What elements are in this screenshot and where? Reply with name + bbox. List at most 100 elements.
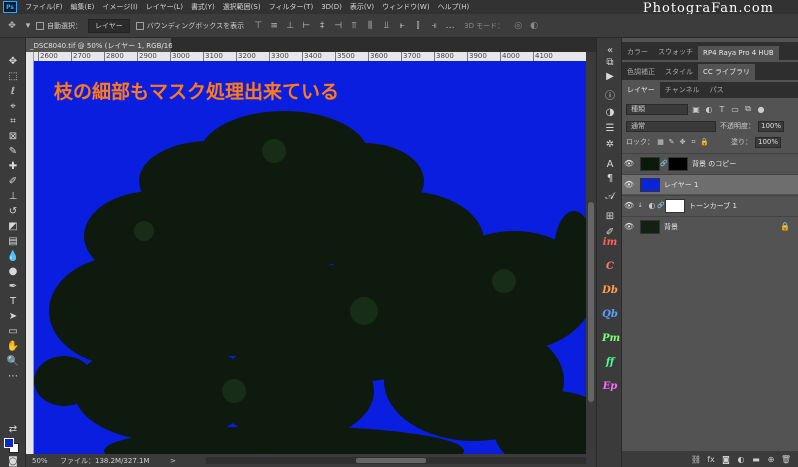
history-icon[interactable]: ⧉ <box>602 56 618 70</box>
paragraph-icon[interactable]: ¶ <box>602 172 618 186</box>
distribute-bottom-icon[interactable]: ⫫ <box>381 21 391 31</box>
lock-position-icon[interactable]: ✥ <box>678 138 687 146</box>
move-tool-icon[interactable]: ✥ <box>5 56 21 68</box>
more-options-icon[interactable]: … <box>445 21 455 31</box>
tab-cc-libraries[interactable]: CC ライブラリ <box>698 64 756 80</box>
3d-roll-icon[interactable]: ◐ <box>529 21 539 31</box>
lasso-tool-icon[interactable]: ℓ <box>5 86 21 98</box>
actions-play-icon[interactable]: ▶ <box>602 70 618 84</box>
document-tab[interactable]: _DSC8040.tif @ 50% (レイヤー 1, RGB/16) * <box>26 38 181 52</box>
lock-image-icon[interactable]: ✎ <box>667 138 676 146</box>
horizontal-scrollbar[interactable] <box>206 457 586 464</box>
frame-tool-icon[interactable]: ⊠ <box>5 131 21 143</box>
hand-tool-icon[interactable]: ✋ <box>5 341 21 353</box>
auto-select-dropdown[interactable]: レイヤー <box>88 18 130 33</box>
lock-artboard-icon[interactable]: ⌗ <box>689 138 698 147</box>
trash-icon[interactable]: 🗑 <box>780 455 792 464</box>
menu-select[interactable]: 選択範囲(S) <box>219 2 265 12</box>
auto-select-checkbox[interactable] <box>36 21 44 30</box>
info-icon[interactable]: ⓘ <box>602 90 618 104</box>
menu-help[interactable]: ヘルプ(H) <box>434 2 474 12</box>
add-mask-icon[interactable]: ◙ <box>720 455 732 464</box>
tab-adjustments[interactable]: 色調補正 <box>622 64 660 80</box>
pen-tool-icon[interactable]: ✒ <box>5 281 21 293</box>
adjustment-layer-icon[interactable]: ◐ <box>735 455 747 464</box>
horizontal-scroll-thumb[interactable] <box>356 458 426 463</box>
align-right-icon[interactable]: ⊣ <box>333 21 343 31</box>
crop-tool-icon[interactable]: ⌗ <box>5 116 21 128</box>
lock-transparent-icon[interactable]: ▦ <box>656 138 665 146</box>
swap-colors-icon[interactable]: ⇄ <box>5 424 21 436</box>
plugin-ff-icon[interactable]: ff <box>602 356 618 370</box>
eye-icon[interactable]: 👁 <box>622 159 636 168</box>
align-bottom-icon[interactable]: ⊥ <box>285 21 295 31</box>
eraser-tool-icon[interactable]: ◩ <box>5 221 21 233</box>
eye-icon[interactable]: 👁 <box>622 222 636 231</box>
align-top-icon[interactable]: ⊤ <box>253 21 263 31</box>
brush-tool-icon[interactable]: ✐ <box>5 176 21 188</box>
blur-tool-icon[interactable]: 💧 <box>5 251 21 263</box>
distribute-top-icon[interactable]: ⫪ <box>349 21 359 31</box>
move-tool-icon[interactable]: ✥ <box>7 21 17 31</box>
filter-adjustment-icon[interactable]: ◐ <box>704 105 714 114</box>
tab-channels[interactable]: チャンネル <box>660 82 705 98</box>
zoom-tool-icon[interactable]: 🔍 <box>5 356 21 368</box>
layer-kind-filter[interactable]: 種類 <box>626 103 688 115</box>
quick-select-tool-icon[interactable]: ⌖ <box>5 101 21 113</box>
distribute-middle-icon[interactable]: ⫼ <box>365 21 375 31</box>
filter-smart-object-icon[interactable]: ⧉ <box>743 104 753 114</box>
layer-row-background[interactable]: 👁 背景 🔒 <box>622 216 798 236</box>
eyedropper-tool-icon[interactable]: ✎ <box>5 146 21 158</box>
menu-3d[interactable]: 3D(D) <box>317 3 346 11</box>
plugin-ep-icon[interactable]: Ep <box>602 380 618 394</box>
tab-layers[interactable]: レイヤー <box>622 82 660 98</box>
menu-image[interactable]: イメージ(I) <box>98 2 141 12</box>
fx-icon[interactable]: fx <box>705 455 717 464</box>
bounding-box-checkbox[interactable] <box>135 21 144 30</box>
eye-icon[interactable]: 👁 <box>622 201 636 210</box>
menu-edit[interactable]: 編集(E) <box>67 2 99 12</box>
menu-layer[interactable]: レイヤー(L) <box>142 2 187 12</box>
menu-window[interactable]: ウィンドウ(W) <box>378 2 433 12</box>
foreground-color-swatch[interactable] <box>4 438 14 448</box>
filter-shape-icon[interactable]: ▭ <box>730 105 740 114</box>
new-layer-icon[interactable]: ⊕ <box>765 455 777 464</box>
new-group-icon[interactable]: ▬ <box>750 455 762 464</box>
plugin-c-icon[interactable]: C <box>602 260 618 274</box>
align-middle-icon[interactable]: ≡ <box>269 21 279 31</box>
type-tool-icon[interactable]: T <box>5 296 21 308</box>
filter-type-icon[interactable]: T <box>717 105 727 114</box>
path-select-tool-icon[interactable]: ➤ <box>5 311 21 323</box>
rectangle-tool-icon[interactable]: ▭ <box>5 326 21 338</box>
quick-mask-icon[interactable]: ◙ <box>5 457 21 467</box>
link-layers-icon[interactable]: ⛓ <box>690 455 702 464</box>
fill-input[interactable]: 100% <box>755 136 781 148</box>
vertical-scrollbar[interactable] <box>586 52 596 454</box>
opacity-input[interactable]: 100% <box>758 120 784 132</box>
distribute-left-icon[interactable]: ⫦ <box>397 21 407 31</box>
mask-thumbnail[interactable] <box>668 156 688 171</box>
photoshop-logo[interactable]: Ps <box>3 1 17 13</box>
status-menu-arrow[interactable]: > <box>170 457 176 465</box>
dodge-tool-icon[interactable]: ● <box>5 266 21 278</box>
tab-styles[interactable]: スタイル <box>660 64 698 80</box>
menu-file[interactable]: ファイル(F) <box>21 2 67 12</box>
more-tools-icon[interactable]: ⋯ <box>5 371 21 383</box>
menu-view[interactable]: 表示(V) <box>346 2 378 12</box>
gradient-tool-icon[interactable]: ▤ <box>5 236 21 248</box>
distribute-right-icon[interactable]: ⫣ <box>429 21 439 31</box>
filter-pixel-icon[interactable]: ▣ <box>691 105 701 114</box>
healing-brush-tool-icon[interactable]: ✚ <box>5 161 21 173</box>
tab-color[interactable]: カラー <box>622 44 653 60</box>
plugin-im-icon[interactable]: im <box>602 236 618 250</box>
history-brush-tool-icon[interactable]: ↺ <box>5 206 21 218</box>
lock-all-icon[interactable]: 🔒 <box>700 138 709 146</box>
tab-raya-pro[interactable]: RP4 Raya Pro 4 HUB <box>698 46 779 60</box>
align-left-icon[interactable]: ⊢ <box>301 21 311 31</box>
glyphs-icon[interactable]: ✲ <box>602 138 618 152</box>
layer-row-layer-1[interactable]: 👁 レイヤー 1 <box>622 174 798 194</box>
distribute-center-icon[interactable]: ⫿ <box>413 21 423 31</box>
layer-row-background-copy[interactable]: 👁 🔗 背景 のコピー <box>622 153 798 173</box>
filter-toggle-icon[interactable]: ● <box>756 105 766 114</box>
character-styles-icon[interactable]: 𝒜 <box>602 190 618 204</box>
